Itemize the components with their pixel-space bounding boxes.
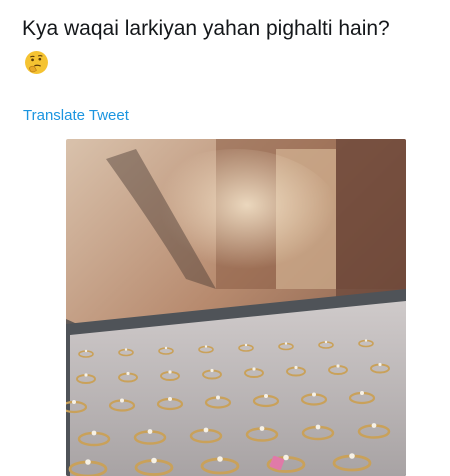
ring-stone [364, 339, 368, 342]
ring-stone [72, 400, 76, 404]
ring-stone [203, 427, 209, 433]
ring-stone [371, 423, 377, 428]
translate-tweet-link[interactable]: Translate Tweet [23, 107, 129, 124]
ring-stone [360, 391, 364, 395]
ring-stone [252, 367, 256, 371]
thinking-face-icon [25, 51, 48, 74]
tweet-media-image[interactable] [66, 139, 406, 476]
ring-stone [85, 459, 91, 465]
ring-stone [283, 454, 289, 461]
ring-stone [294, 365, 298, 370]
ring-stone [315, 424, 321, 430]
ring-stone [284, 342, 288, 345]
ring-stone [349, 453, 355, 459]
ring-stone [120, 398, 124, 403]
ring-stone [147, 429, 153, 434]
ring-stone [378, 362, 382, 367]
ring-stone [324, 340, 328, 344]
ring-stone [84, 349, 88, 353]
ring-stone [244, 343, 248, 347]
ring-stone [126, 371, 130, 376]
ring-stone [259, 426, 265, 431]
ring-stone [312, 392, 316, 397]
ring-stone [124, 348, 128, 351]
ring-stone [164, 346, 168, 350]
ring-stone [216, 395, 220, 400]
ring-stone [336, 364, 340, 368]
ring-stone [91, 430, 97, 436]
ring-stone [168, 397, 172, 401]
ring-stone [264, 394, 268, 398]
ring-stone [217, 456, 223, 462]
ring-stone [204, 345, 208, 348]
ring-tray-photo [66, 139, 406, 476]
ring-stone [151, 457, 157, 464]
tweet-text: Kya waqai larkiyan yahan pighalti hain? [22, 17, 390, 40]
ring-stone [210, 368, 214, 373]
ring-stone [84, 373, 88, 377]
ring-stone [168, 370, 172, 374]
